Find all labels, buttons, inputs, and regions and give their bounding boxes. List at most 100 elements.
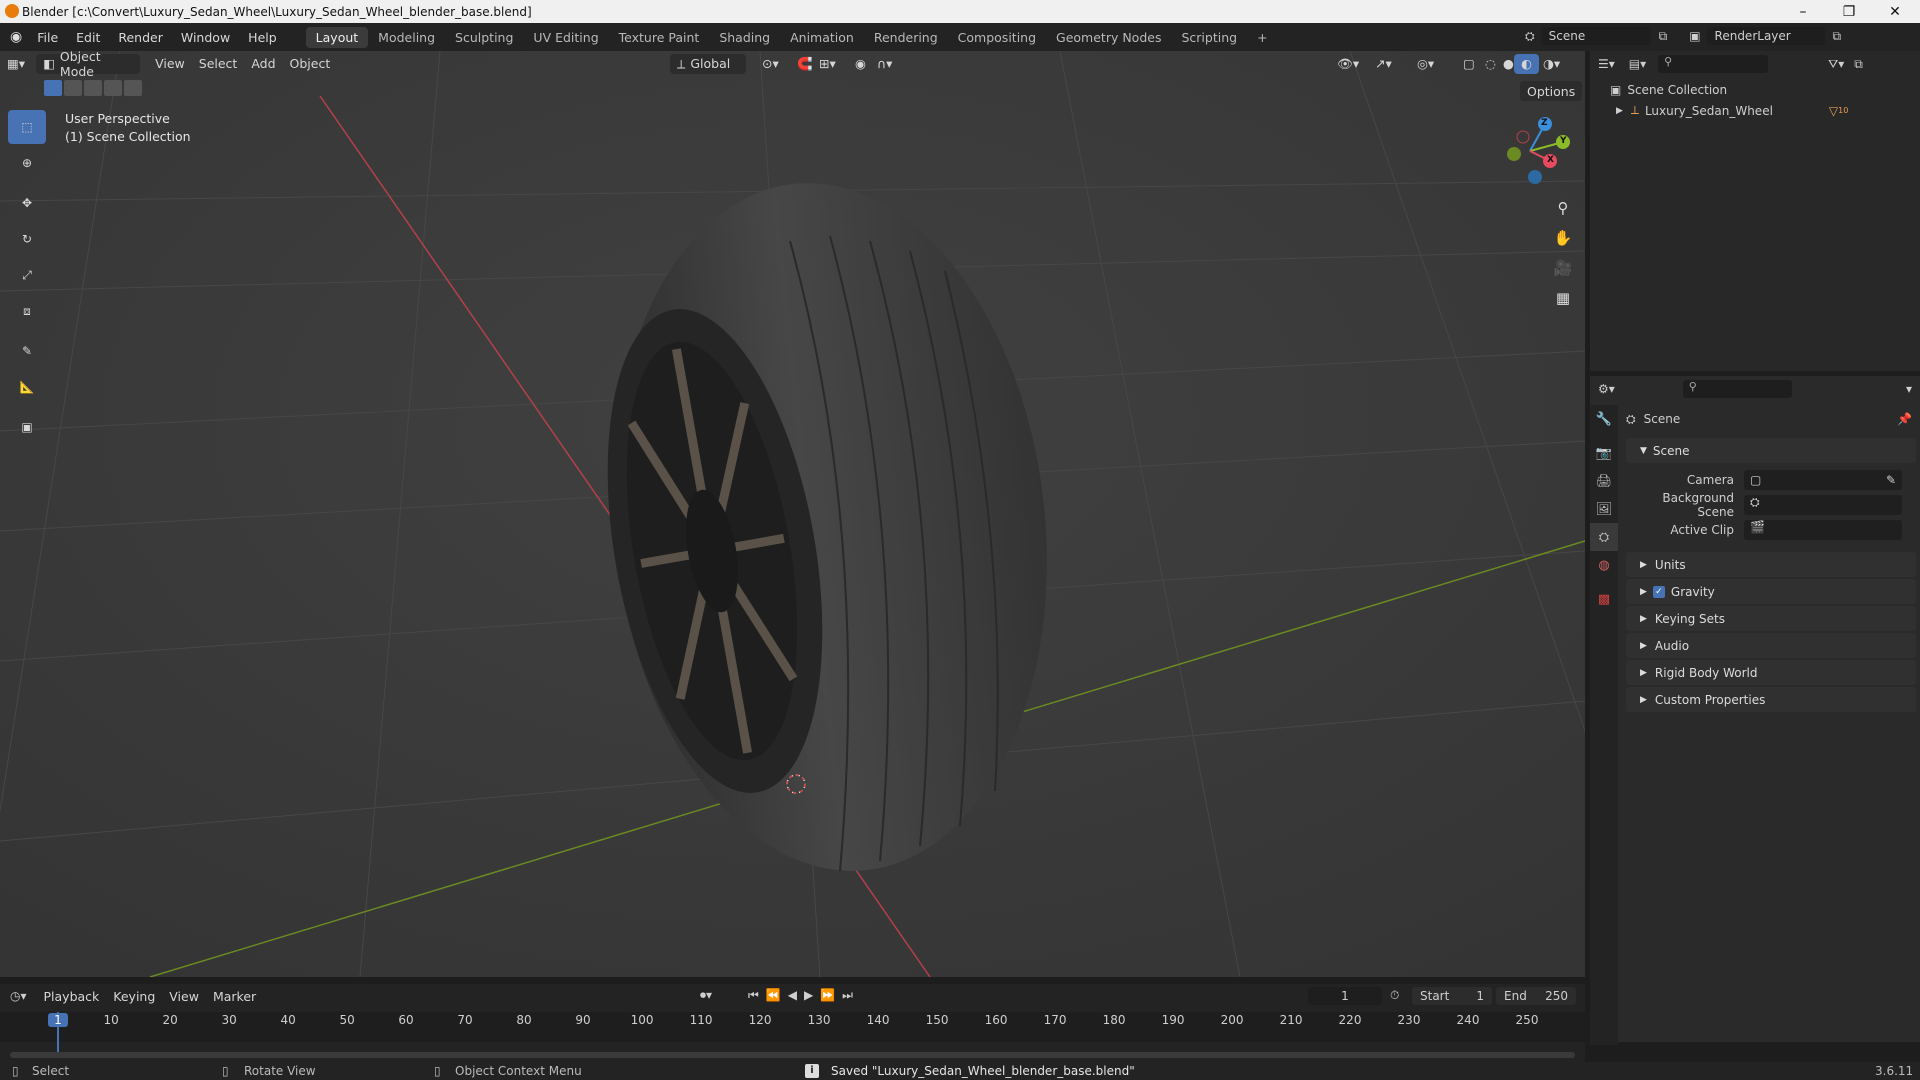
- select-extend-icon[interactable]: [64, 80, 82, 96]
- pivot-icon[interactable]: ⊙▾: [755, 54, 786, 74]
- falloff-icon[interactable]: ∩▾: [870, 54, 899, 74]
- workspace-tab-geometry-nodes[interactable]: Geometry Nodes: [1046, 27, 1171, 48]
- texture-tab-icon[interactable]: ▩: [1590, 585, 1618, 613]
- transform-tool-icon[interactable]: ⧈: [8, 294, 46, 328]
- output-tab-icon[interactable]: 🖨: [1590, 467, 1618, 495]
- section-audio[interactable]: ▶ Audio: [1626, 633, 1916, 658]
- world-tab-icon[interactable]: ◍: [1590, 551, 1618, 579]
- keying-menu[interactable]: Keying: [106, 986, 162, 1006]
- eyedropper-icon[interactable]: ✎: [1886, 473, 1896, 487]
- section-scene[interactable]: ▼ Scene: [1626, 438, 1916, 463]
- outliner-row-object[interactable]: ▶ ⟂ Luxury_Sedan_Wheel ▽ 10 👁 📷: [1590, 97, 1920, 118]
- minimize-button[interactable]: –: [1780, 0, 1826, 23]
- overlay-toggle-icon[interactable]: ◎▾: [1410, 54, 1441, 74]
- workspace-tab-modeling[interactable]: Modeling: [368, 27, 445, 48]
- workspace-tab-compositing[interactable]: Compositing: [948, 27, 1046, 48]
- measure-tool-icon[interactable]: 📐: [8, 370, 46, 404]
- filter-icon[interactable]: ⛛▾: [1828, 57, 1844, 72]
- current-frame-field[interactable]: 1: [1308, 987, 1382, 1005]
- menu-file[interactable]: File: [28, 30, 67, 45]
- timeline-scrollbar[interactable]: [10, 1052, 1575, 1058]
- select-box-tool-icon[interactable]: ⬚: [8, 110, 46, 144]
- workspace-tab-uv-editing[interactable]: UV Editing: [523, 27, 608, 48]
- menu-help[interactable]: Help: [239, 30, 286, 45]
- render-tab-icon[interactable]: 📷: [1590, 439, 1618, 467]
- new-scene-icon[interactable]: ⧉: [1659, 29, 1668, 44]
- annotate-tool-icon[interactable]: ✎: [8, 334, 46, 368]
- orientation-selector[interactable]: ⟂ Global: [670, 53, 746, 74]
- workspace-tab-texture-paint[interactable]: Texture Paint: [609, 27, 710, 48]
- preview-range-icon[interactable]: ⏱: [1390, 988, 1399, 1003]
- section-units[interactable]: ▶ Units: [1626, 552, 1916, 577]
- gravity-checkbox[interactable]: ✓: [1652, 585, 1665, 598]
- cursor-tool-icon[interactable]: ⊕: [8, 146, 46, 180]
- move-tool-icon[interactable]: ✥: [8, 186, 46, 220]
- shading-rendered-icon[interactable]: ◑▾: [1536, 54, 1567, 74]
- menu-window[interactable]: Window: [172, 30, 239, 45]
- select-new-icon[interactable]: [44, 80, 62, 96]
- blender-menu-icon[interactable]: ◉: [10, 29, 22, 45]
- timeline-view-menu[interactable]: View: [162, 986, 206, 1006]
- workspace-tab-layout[interactable]: Layout: [305, 26, 369, 48]
- outliner-row-scene-collection[interactable]: ▣ Scene Collection: [1590, 77, 1920, 97]
- properties-options-icon[interactable]: ▾: [1906, 382, 1912, 396]
- tool-tab-icon[interactable]: 🔧: [1590, 405, 1618, 433]
- visibility-icon[interactable]: 👁▾: [1330, 54, 1366, 74]
- select-subtract-icon[interactable]: [84, 80, 102, 96]
- editor-type-icon[interactable]: ▦▾: [0, 54, 32, 74]
- new-collection-icon[interactable]: ⧉: [1854, 57, 1863, 72]
- record-keyframe-icon[interactable]: ⏺▾: [700, 988, 712, 1003]
- section-gravity[interactable]: ▶ ✓ Gravity: [1626, 579, 1916, 604]
- snap-target-icon[interactable]: ⊞▾: [812, 54, 843, 74]
- add-workspace-button[interactable]: +: [1247, 27, 1277, 48]
- select-menu[interactable]: Select: [192, 54, 245, 74]
- camera-field[interactable]: ▢ ✎: [1744, 469, 1902, 490]
- ortho-grid-icon[interactable]: ▦: [1550, 283, 1576, 313]
- add-cube-tool-icon[interactable]: ▣: [8, 410, 46, 444]
- active-clip-field[interactable]: 🎬: [1744, 519, 1902, 540]
- scene-selector[interactable]: Scene: [1540, 27, 1651, 45]
- options-button[interactable]: Options: [1520, 81, 1583, 101]
- outliner-editor-type-icon[interactable]: ☰▾: [1598, 57, 1615, 71]
- section-keying-sets[interactable]: ▶ Keying Sets: [1626, 606, 1916, 631]
- gizmo-toggle-icon[interactable]: ↗▾: [1368, 54, 1399, 74]
- expand-arrow-icon[interactable]: ▶: [1616, 106, 1623, 116]
- playback-controls[interactable]: ⏮⏪◀▶⏩⏭: [748, 988, 860, 1003]
- view-layer-tab-icon[interactable]: 🖼: [1590, 495, 1618, 523]
- start-frame-field[interactable]: Start 1: [1412, 987, 1492, 1005]
- marker-menu[interactable]: Marker: [206, 986, 263, 1006]
- pan-hand-icon[interactable]: ✋: [1550, 223, 1576, 253]
- end-frame-field[interactable]: End 250: [1496, 987, 1576, 1005]
- close-button[interactable]: ✕: [1872, 0, 1918, 23]
- workspace-tab-rendering[interactable]: Rendering: [864, 27, 948, 48]
- workspace-tab-animation[interactable]: Animation: [780, 27, 864, 48]
- workspace-tab-sculpting[interactable]: Sculpting: [445, 27, 523, 48]
- section-rigid-body-world[interactable]: ▶ Rigid Body World: [1626, 660, 1916, 685]
- renderlayer-selector[interactable]: RenderLayer: [1706, 27, 1825, 45]
- mode-selector[interactable]: ◧ Object Mode: [36, 49, 141, 79]
- navigation-gizmo[interactable]: [1490, 109, 1570, 189]
- outliner-search-field[interactable]: ⚲: [1658, 55, 1769, 73]
- select-invert-icon[interactable]: [104, 80, 122, 96]
- view-menu[interactable]: View: [148, 54, 192, 74]
- pin-icon[interactable]: 📌: [1897, 412, 1912, 426]
- camera-view-icon[interactable]: 🎥: [1550, 253, 1576, 283]
- menu-edit[interactable]: Edit: [67, 30, 109, 45]
- timeline-editor-type-icon[interactable]: ◷▾: [10, 989, 27, 1003]
- select-intersect-icon[interactable]: [124, 80, 142, 96]
- renderlayer-icon[interactable]: ▣: [1689, 29, 1700, 43]
- display-mode-icon[interactable]: ▤▾: [1629, 57, 1646, 71]
- scene-icon[interactable]: ⛭: [1525, 29, 1535, 44]
- section-custom-properties[interactable]: ▶ Custom Properties: [1626, 687, 1916, 712]
- playback-menu[interactable]: Playback: [37, 986, 107, 1006]
- new-renderlayer-icon[interactable]: ⧉: [1833, 29, 1842, 44]
- add-menu[interactable]: Add: [244, 54, 282, 74]
- menu-render[interactable]: Render: [109, 30, 172, 45]
- workspace-tab-scripting[interactable]: Scripting: [1171, 27, 1247, 48]
- scale-tool-icon[interactable]: ⤢: [8, 258, 46, 292]
- properties-editor-type-icon[interactable]: ⚙▾: [1598, 382, 1615, 396]
- 3d-viewport[interactable]: User Perspective (1) Scene Collection Z …: [0, 51, 1585, 977]
- rotate-tool-icon[interactable]: ↻: [8, 222, 46, 256]
- scene-tab-icon[interactable]: ⛭: [1590, 523, 1618, 551]
- background-scene-field[interactable]: ⛭: [1744, 494, 1902, 515]
